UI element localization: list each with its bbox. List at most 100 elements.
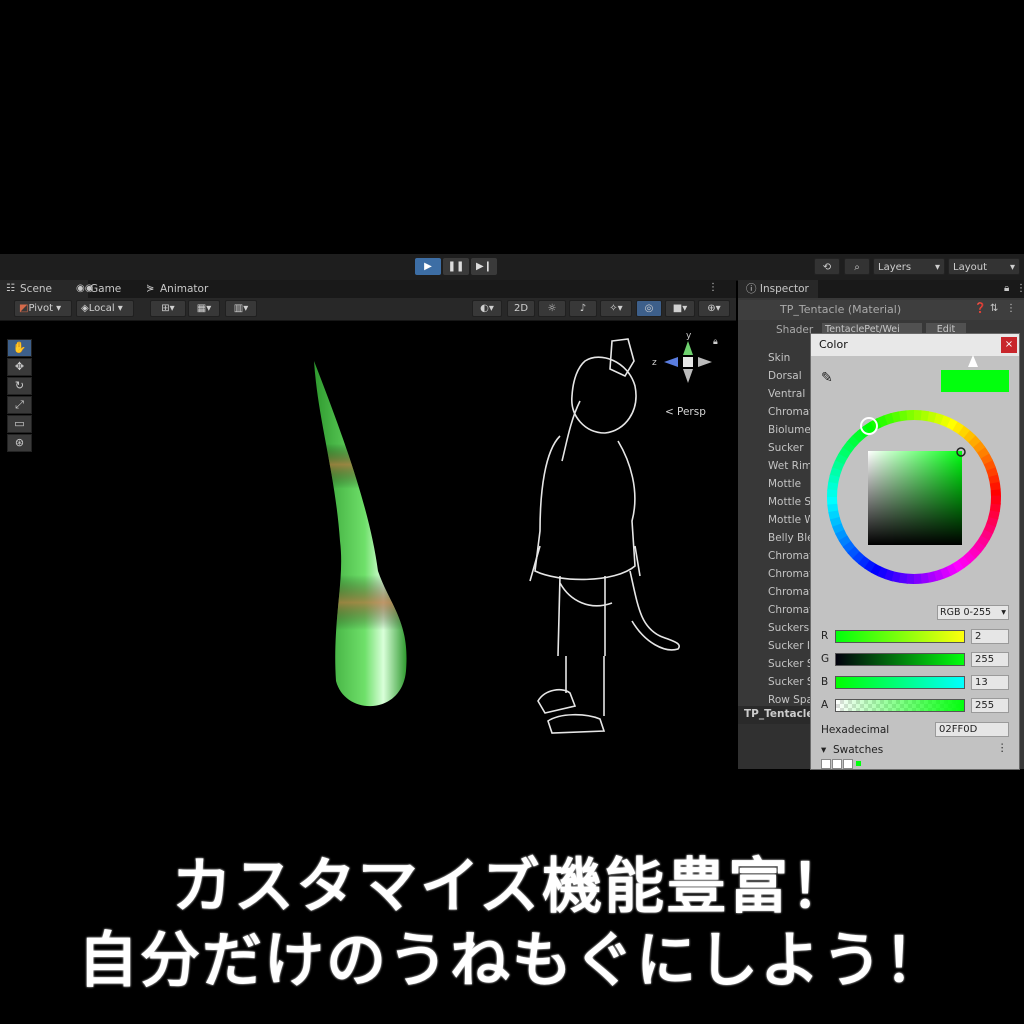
property-label: Chromat	[768, 604, 814, 616]
property-label: Sucker	[768, 442, 804, 454]
light-icon: ☼	[547, 303, 557, 314]
history-icon: ⟲	[822, 262, 832, 273]
layout-label: Layout	[953, 262, 987, 273]
snap-increment-dropdown[interactable]: ⊞▾	[150, 300, 186, 317]
lighting-toggle[interactable]: ☼	[538, 300, 566, 317]
visibility-toggle[interactable]: ◎	[636, 300, 662, 317]
search-button[interactable]: ⌕	[844, 258, 870, 275]
camera-icon: ■▾	[672, 303, 688, 314]
inspector-tab-bar: ⓘ Inspector 🔒︎ ⋮	[738, 280, 1024, 298]
scene-render: y z 🔒︎ < Persp	[314, 331, 718, 734]
pause-icon: ❚❚	[447, 261, 465, 272]
channel-value-g[interactable]: 255	[971, 652, 1009, 667]
tab-inspector[interactable]: ⓘ Inspector	[738, 280, 818, 298]
color-picker-titlebar[interactable]: Color ×	[811, 334, 1019, 356]
main-toolbar: ▶ ❚❚ ▶❙ ⟲ ⌕ Layers ▾ Layout ▾	[0, 254, 1024, 281]
property-label: Suckers	[768, 622, 810, 634]
eyedropper-icon[interactable]: ✎	[821, 370, 833, 386]
mode-2d-button[interactable]: 2D	[507, 300, 535, 317]
channel-label-g: G	[821, 653, 830, 665]
local-label: Local	[88, 303, 115, 314]
current-color-swatch	[941, 370, 1009, 392]
color-mode-dropdown[interactable]: RGB 0-255 ▾	[937, 605, 1009, 620]
channel-label-b: B	[821, 676, 829, 688]
layers-dropdown[interactable]: Layers ▾	[873, 258, 945, 275]
tab-label: Scene	[20, 283, 53, 295]
step-button[interactable]: ▶❙	[471, 258, 497, 275]
render-dropdown[interactable]: ▥▾	[225, 300, 257, 317]
more-icon[interactable]: ⋮	[997, 742, 1008, 754]
property-label: Dorsal	[768, 370, 802, 382]
tab-label: Game	[90, 283, 122, 295]
orientation-gizmo	[664, 341, 712, 383]
preset-icon[interactable]: ⇅	[990, 303, 998, 314]
scene-icon: ☷	[6, 283, 15, 294]
search-icon: ⌕	[854, 262, 860, 273]
chevron-down-icon: ▾	[934, 262, 940, 273]
preview-header[interactable]: TP_Tentacle	[738, 706, 814, 724]
preview-area	[738, 724, 813, 769]
color-mode-label: RGB 0-255	[940, 607, 992, 618]
close-button[interactable]: ×	[1001, 337, 1017, 353]
mode-2d-label: 2D	[513, 303, 529, 314]
lock-icon: 🔒︎	[713, 337, 718, 347]
pivot-label: Pivot	[28, 303, 53, 314]
channel-value-a[interactable]: 255	[971, 698, 1009, 713]
layout-dropdown[interactable]: Layout ▾	[948, 258, 1020, 275]
more-icon[interactable]: ⋮	[708, 282, 718, 293]
camera-dropdown[interactable]: ■▾	[665, 300, 695, 317]
more-icon[interactable]: ⋮	[1006, 303, 1016, 314]
caption-line-2: 自分だけのうねもぐにしよう！	[78, 926, 946, 996]
material-header: TP_Tentacle (Material) ❓ ⇅ ⋮	[738, 300, 1024, 320]
swatches-chevron-icon[interactable]: ▾	[821, 744, 826, 756]
hue-wheel[interactable]	[817, 400, 1011, 594]
history-button[interactable]: ⟲	[814, 258, 840, 275]
globe-icon: ⊕▾	[707, 303, 721, 314]
property-label: Belly Ble	[768, 532, 814, 544]
audio-toggle[interactable]: ♪	[569, 300, 597, 317]
help-icon[interactable]: ❓	[974, 303, 986, 314]
lock-icon[interactable]: 🔒︎	[1004, 283, 1009, 294]
pivot-dropdown[interactable]: ◩Pivot ▾	[14, 300, 72, 317]
audio-icon: ♪	[579, 303, 587, 314]
swatch-item[interactable]	[832, 759, 842, 769]
gizmos-dropdown[interactable]: ⊕▾	[698, 300, 730, 317]
add-swatch-button[interactable]	[856, 761, 861, 766]
color-picker-window: Color × ✎ RGB 0-255 ▾ R 2 G 255 B 13 A 2…	[810, 333, 1020, 770]
channel-slider-g[interactable]	[835, 653, 965, 666]
property-label: Chromat	[768, 586, 814, 598]
channel-value-r[interactable]: 2	[971, 629, 1009, 644]
scene-toolbar: ◩Pivot ▾ ◈Local ▾ ⊞▾ ▦▾ ▥▾ ◐▾ 2D ☼ ♪ ✧▾ …	[0, 298, 736, 321]
channel-label-a: A	[821, 699, 829, 711]
chevron-down-icon: ▾	[1001, 607, 1006, 618]
swatch-item[interactable]	[821, 759, 831, 769]
tentacle-model	[314, 361, 407, 707]
tab-label: Inspector	[759, 283, 809, 295]
swatch-item[interactable]	[843, 759, 853, 769]
channel-slider-a[interactable]	[835, 699, 965, 712]
channel-slider-b[interactable]	[835, 676, 965, 689]
play-button[interactable]: ▶	[415, 258, 441, 275]
scene-viewport[interactable]: ✋ ✥ ↻ ⤢ ▭ ⊛ y z 🔒︎ < Persp	[0, 321, 736, 769]
gizmo-z-label: z	[652, 358, 657, 368]
property-label: Row Spa	[768, 694, 813, 706]
effects-dropdown[interactable]: ✧▾	[600, 300, 632, 317]
gizmo-y-label: y	[686, 331, 692, 341]
chevron-down-icon: ▾	[1009, 262, 1015, 273]
property-label: Chromat	[768, 568, 814, 580]
shading-mode-dropdown[interactable]: ◐▾	[472, 300, 502, 317]
more-icon[interactable]: ⋮	[1016, 283, 1024, 294]
property-label: Sucker S	[768, 658, 814, 670]
pause-button[interactable]: ❚❚	[443, 258, 469, 275]
channel-slider-r[interactable]	[835, 630, 965, 643]
grid-dropdown[interactable]: ▦▾	[188, 300, 220, 317]
grid-icon: ▦▾	[196, 303, 212, 314]
hex-input[interactable]: 02FF0D	[935, 722, 1009, 737]
property-label: Ventral	[768, 388, 806, 400]
channel-value-b[interactable]: 13	[971, 675, 1009, 690]
swatches-label: Swatches	[833, 744, 884, 756]
material-title: TP_Tentacle (Material)	[780, 303, 902, 316]
local-dropdown[interactable]: ◈Local ▾	[76, 300, 134, 317]
scene-tab-bar: ☷ Scene ◉◉ Game ⋟ Animator ⋮	[0, 280, 736, 298]
tab-animator[interactable]: ⋟ Animator	[140, 280, 240, 298]
